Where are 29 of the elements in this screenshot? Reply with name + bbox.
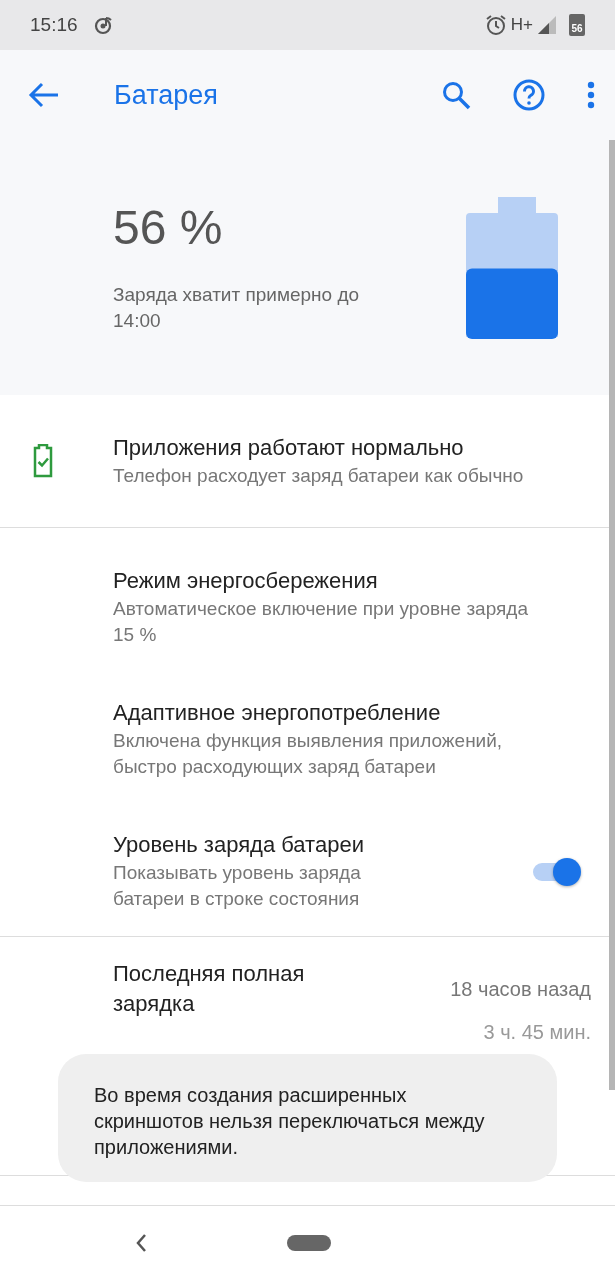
network-type: H+ [510, 14, 533, 37]
setting-description: Показывать уровень заряда батареи в строке состояния [113, 861, 362, 911]
more-options-icon[interactable] [587, 81, 595, 109]
battery-percent: 56 % [113, 199, 224, 256]
setting-title: Приложения работают нормально [113, 434, 465, 462]
status-time: 15:16 [30, 12, 78, 37]
setting-title: Режим энергосбережения [113, 567, 379, 595]
battery-ok-icon [33, 444, 53, 478]
setting-title: Адаптивное энергопотребление [113, 699, 442, 727]
signal-icon [537, 15, 557, 35]
setting-description: Телефон расходует заряд батареи как обычно [113, 464, 525, 488]
help-icon[interactable] [513, 79, 545, 111]
back-nav-icon[interactable] [134, 1233, 147, 1253]
setting-title: Последняя полная зарядка [113, 960, 306, 1018]
toggle-switch[interactable] [533, 857, 583, 885]
setting-value: 3 ч. 45 мин. [483, 1020, 591, 1045]
battery-estimate: Заряда хватит примерно до 14:00 [113, 282, 361, 333]
home-pill[interactable] [286, 1235, 331, 1251]
alarm-icon [484, 14, 507, 36]
setting-value: 18 часов назад [450, 977, 591, 1002]
setting-description: Включена функция выявления приложений, быстро расходующих заряд батареи [113, 729, 504, 779]
search-icon[interactable] [441, 80, 471, 110]
setting-description: Автоматическое включение при уровне заряда 15 % [113, 597, 529, 647]
back-icon[interactable] [28, 81, 60, 109]
music-icon [93, 15, 114, 35]
toast-message: Во время создания расширенных скриншотов нельзя переключаться между приложениями. [58, 1054, 557, 1182]
status-battery-icon: 56 [569, 14, 585, 36]
setting-title: Уровень заряда батареи [113, 831, 365, 859]
screen-title: Батарея [114, 78, 218, 112]
